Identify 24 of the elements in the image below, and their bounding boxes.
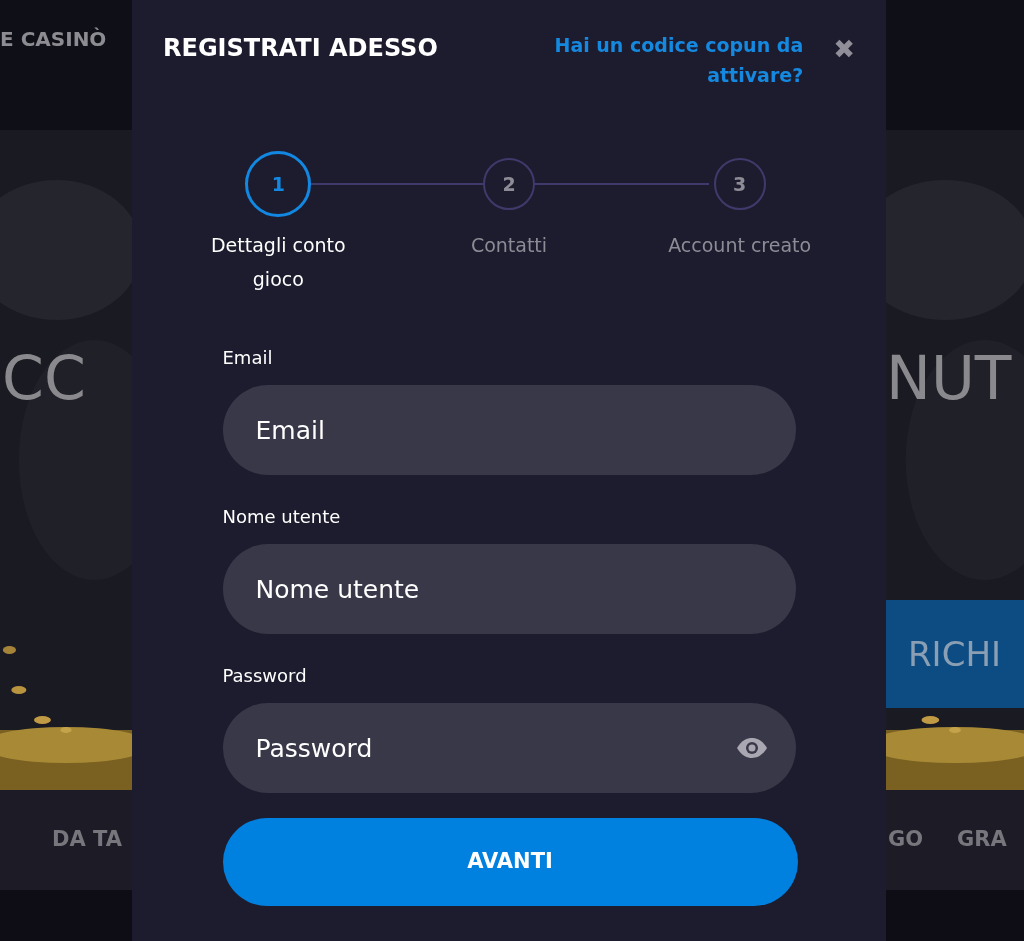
input-field[interactable]: Nome utente <box>222 544 796 635</box>
step-indicator: 2 <box>483 157 535 210</box>
nav-link[interactable]: E CASINÒ <box>0 24 107 54</box>
eye-icon[interactable] <box>735 737 768 760</box>
step-label: Contatti <box>469 232 549 258</box>
hero-heading: NUT <box>886 348 1012 408</box>
close-button[interactable]: ✖ <box>833 36 855 62</box>
category-tab[interactable]: DA TA <box>52 824 122 856</box>
step-indicator: 1 <box>245 150 312 217</box>
hero-heading: CC <box>2 348 86 408</box>
step-indicator: 3 <box>713 157 766 210</box>
field-label: Nome utente <box>222 505 342 530</box>
category-tab[interactable]: GRA <box>957 824 1007 856</box>
coupon-link[interactable]: Hai un codice copun da attivare? <box>543 30 804 91</box>
hero-button[interactable]: RICHI <box>886 600 1024 708</box>
next-button[interactable]: AVANTI <box>222 818 798 907</box>
step-label: Account creato <box>667 232 813 258</box>
field-label: Email <box>222 346 274 371</box>
step-label: Dettagli conto gioco <box>209 232 347 292</box>
modal-title: REGISTRATI ADESSO <box>163 33 439 63</box>
category-tab[interactable]: GO <box>888 824 924 856</box>
field-label: Password <box>222 664 308 689</box>
password-field[interactable]: Password <box>222 703 796 794</box>
input-field[interactable]: Email <box>222 385 796 476</box>
